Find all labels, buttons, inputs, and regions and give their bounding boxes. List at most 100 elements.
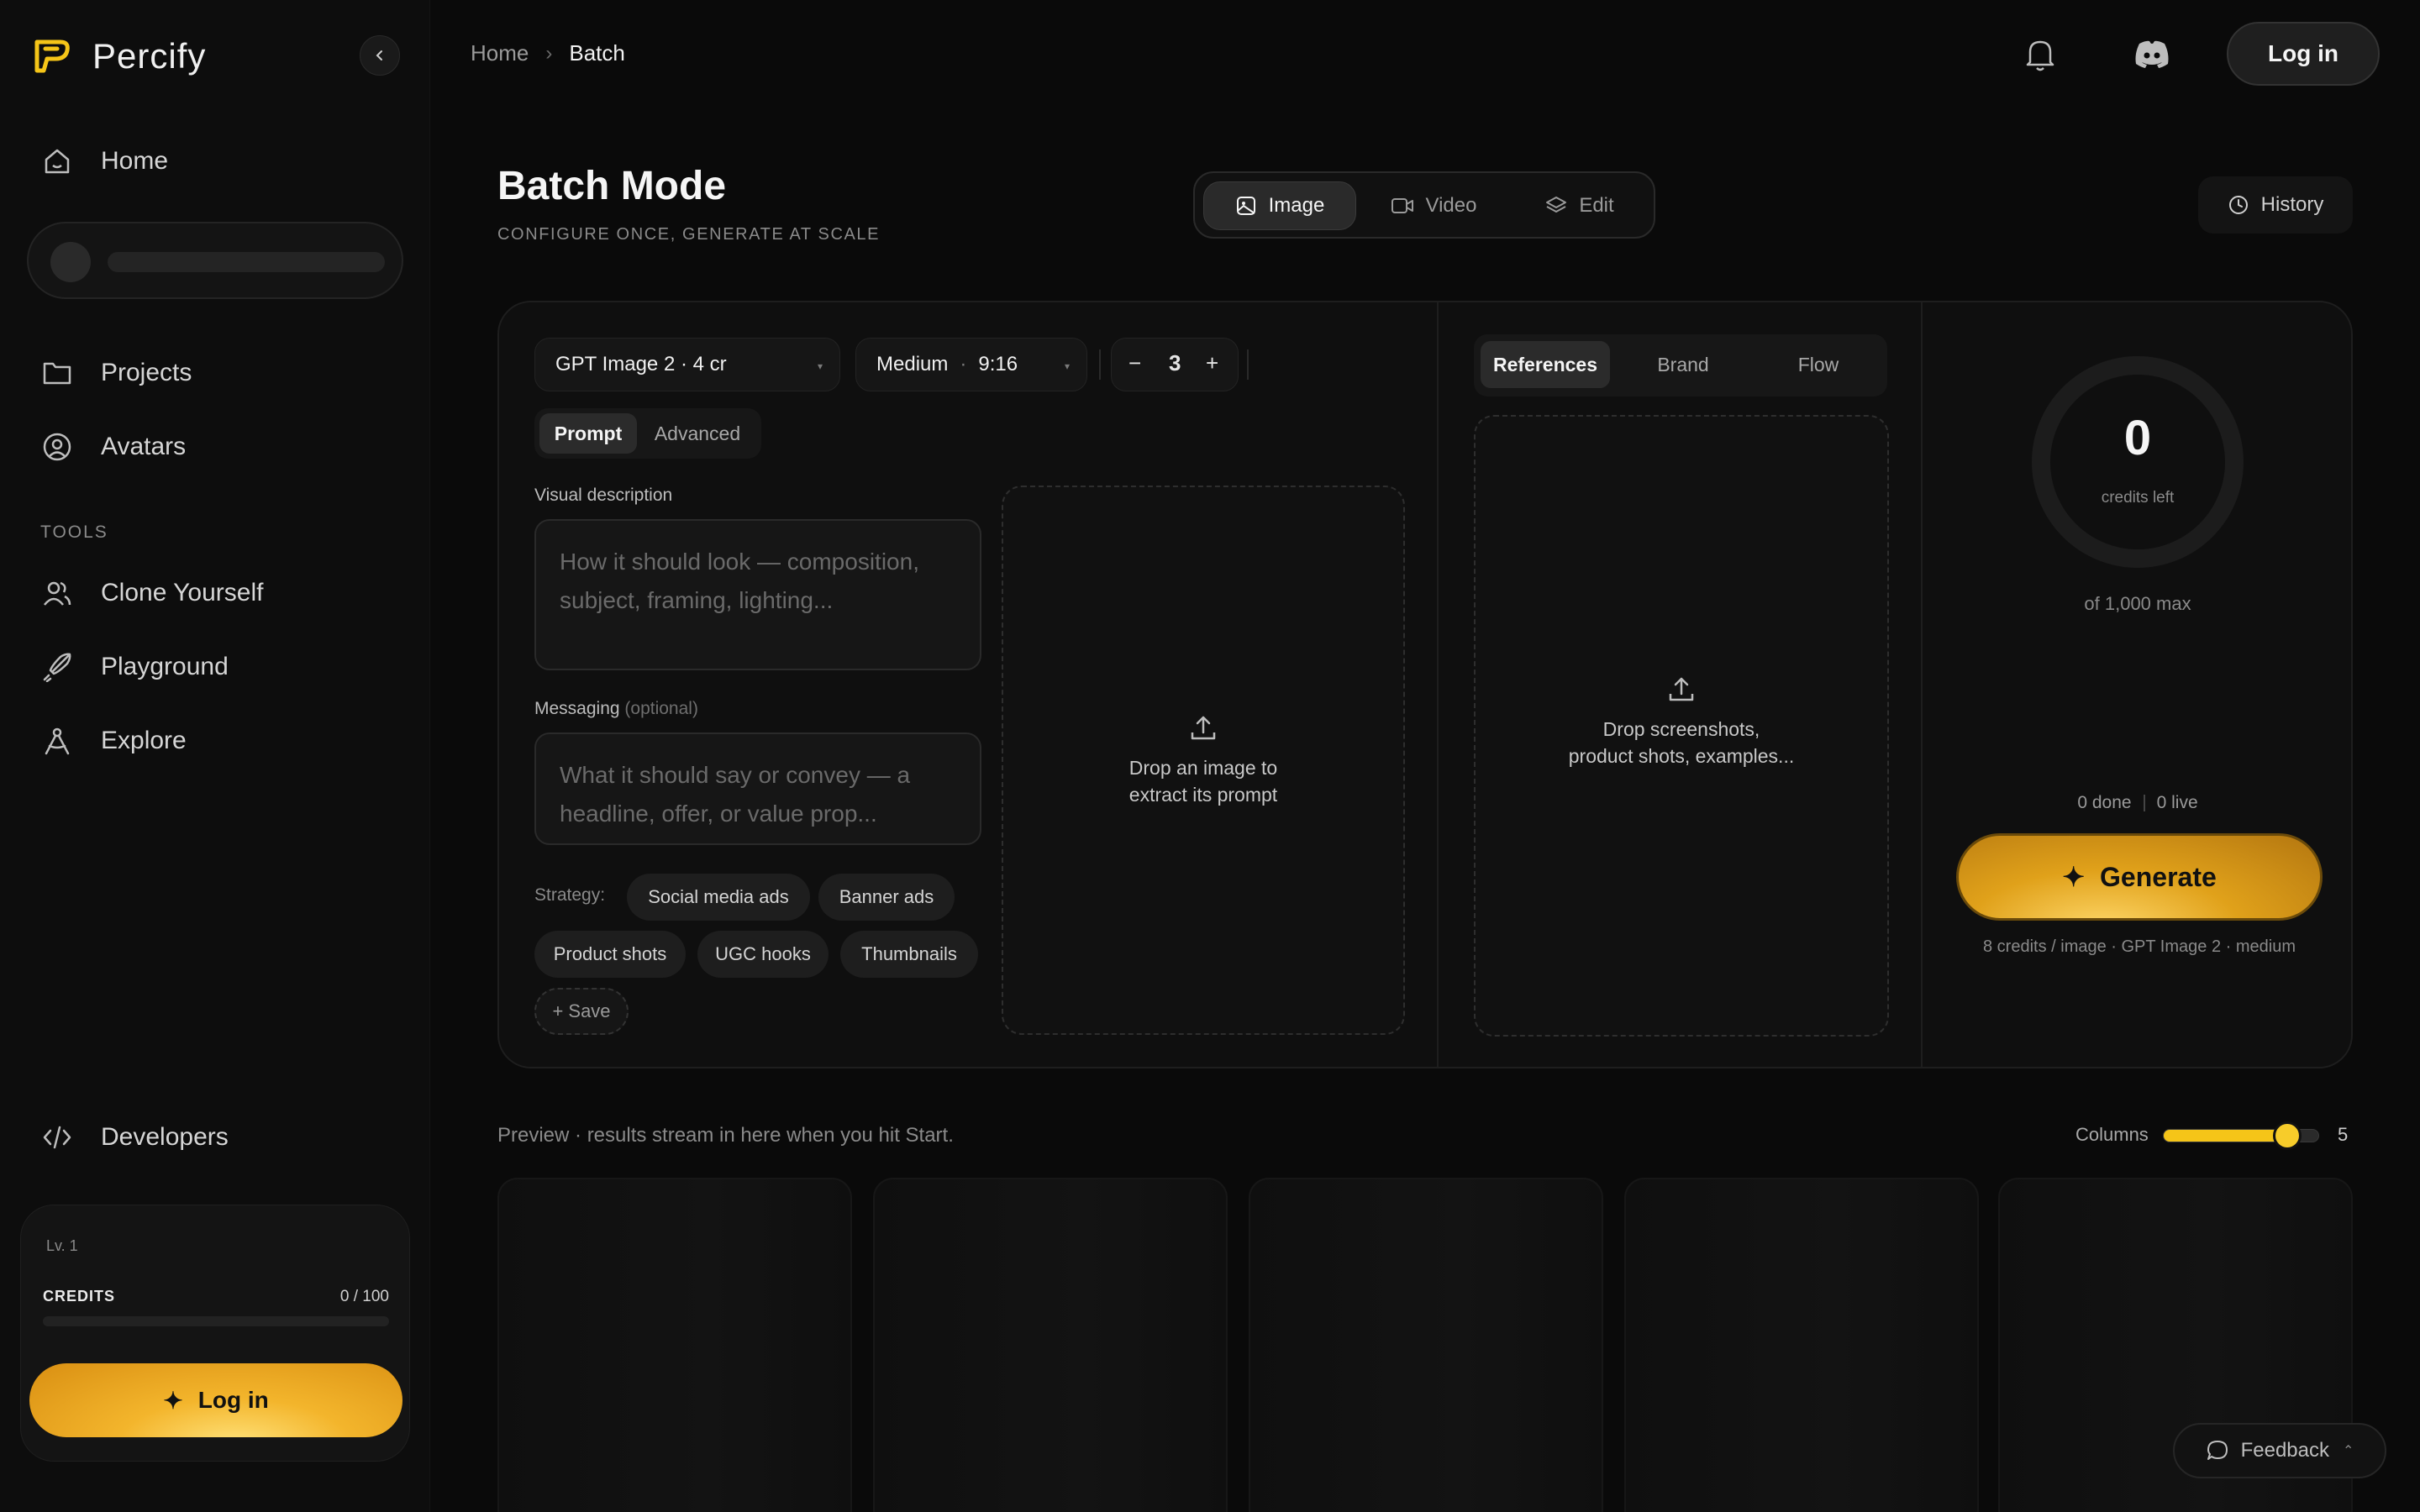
feedback-button[interactable]: Feedback ⌃ xyxy=(2173,1423,2386,1478)
sidebar-item-label: Explore xyxy=(101,727,187,754)
references-dropzone[interactable]: Drop screenshots, product shots, example… xyxy=(1474,415,1889,1037)
dropzone-line2: product shots, examples... xyxy=(1568,745,1795,767)
messaging-input[interactable]: What it should say or convey — a headlin… xyxy=(534,732,981,845)
strategy-chip-banner-ads[interactable]: Banner ads xyxy=(818,874,955,921)
breadcrumb-home-link[interactable]: Home xyxy=(471,40,529,66)
sidebar-item-label: Clone Yourself xyxy=(101,579,264,606)
messaging-label: Messaging (optional) xyxy=(534,699,698,719)
sidebar-item-label: Playground xyxy=(101,653,229,680)
tab-image[interactable]: Image xyxy=(1203,181,1356,230)
credits-left-value: 0 xyxy=(2123,411,2152,465)
sidebar-item-playground[interactable]: Playground xyxy=(40,650,229,684)
credits-label: CREDITS xyxy=(43,1288,116,1305)
dropzone-line1: Drop screenshots, xyxy=(1602,718,1760,740)
tab-flow[interactable]: Flow xyxy=(1754,341,1882,388)
sidebar-item-explore[interactable]: Explore xyxy=(40,724,187,758)
visual-description-input[interactable]: How it should look — composition, subjec… xyxy=(534,519,981,670)
sparkle-icon: ✦ xyxy=(2062,862,2086,892)
decrement-button[interactable]: − xyxy=(1128,350,1141,376)
tools-section-label: TOOLS xyxy=(40,522,108,542)
divider xyxy=(1099,349,1101,380)
users-icon xyxy=(40,576,74,610)
history-button[interactable]: History xyxy=(2198,176,2353,234)
save-strategy-button[interactable]: + Save xyxy=(534,988,629,1035)
columns-slider[interactable] xyxy=(2163,1121,2319,1150)
tab-advanced[interactable]: Advanced xyxy=(639,413,756,454)
collapse-sidebar-button[interactable] xyxy=(360,35,400,76)
code-icon xyxy=(40,1121,74,1154)
project-name-placeholder xyxy=(108,252,385,272)
discord-button[interactable] xyxy=(2133,37,2171,71)
chevron-down-icon: ▾ xyxy=(1064,360,1070,372)
strategy-chip-social-media-ads[interactable]: Social media ads xyxy=(627,874,810,921)
done-count: 0 done xyxy=(2077,793,2132,812)
sidebar-item-home[interactable]: Home xyxy=(40,144,168,178)
visual-description-label: Visual description xyxy=(534,486,673,505)
sidebar-item-developers[interactable]: Developers xyxy=(40,1121,229,1154)
strategy-chip-ugc-hooks[interactable]: UGC hooks xyxy=(697,931,829,978)
user-circle-icon xyxy=(40,430,74,464)
upload-icon xyxy=(1191,716,1216,740)
generate-button[interactable]: ✦ Generate xyxy=(1956,833,2323,921)
video-icon xyxy=(1391,198,1413,213)
credits-left-label: credits left xyxy=(2101,489,2175,507)
mode-tabs: Image Video Edit xyxy=(1193,171,1655,239)
app-name: Percify xyxy=(92,36,207,76)
clock-icon xyxy=(2228,196,2248,214)
login-label: Log in xyxy=(197,1387,269,1413)
dot-separator: · xyxy=(960,353,967,375)
tab-references[interactable]: References xyxy=(1481,341,1610,388)
batch-config-panel: GPT Image 2 · 4 cr ▾ Medium · 9:16 ▾ − 3… xyxy=(497,301,2353,1068)
panel-divider xyxy=(1921,302,1923,1067)
level-label: Lv. 1 xyxy=(46,1237,78,1254)
quality-ratio-select[interactable]: Medium · 9:16 ▾ xyxy=(855,338,1087,391)
tab-label: Image xyxy=(1268,194,1325,217)
tab-brand[interactable]: Brand xyxy=(1618,341,1748,388)
chat-bubble-icon xyxy=(2207,1441,2228,1460)
panel-divider xyxy=(1437,302,1439,1067)
quality-value: Medium xyxy=(876,353,949,375)
tab-label: Video xyxy=(1425,194,1477,217)
chevron-up-icon: ⌃ xyxy=(2343,1444,2354,1458)
sparkle-icon: ✦ xyxy=(163,1387,183,1414)
sidebar-item-label: Developers xyxy=(101,1123,229,1151)
model-select-value: GPT Image 2 · 4 cr xyxy=(555,353,727,375)
credits-card: Lv. 1 CREDITS 0 / 100 ✦ Log in xyxy=(20,1205,410,1462)
columns-slider-fill xyxy=(2164,1130,2288,1142)
status-divider xyxy=(2143,795,2145,812)
credits-value: 0 / 100 xyxy=(339,1288,389,1305)
logo[interactable]: Percify xyxy=(30,35,206,77)
columns-value: 5 xyxy=(2338,1124,2349,1145)
increment-button[interactable]: + xyxy=(1206,350,1218,376)
preview-card xyxy=(497,1178,852,1512)
prompt-tabs: Prompt Advanced xyxy=(534,408,761,459)
dropzone-content: Drop screenshots, product shots, example… xyxy=(1476,674,1887,769)
preview-note: Preview · results stream in here when yo… xyxy=(497,1124,954,1147)
sidebar-item-label: Home xyxy=(101,147,169,175)
dropzone-line2: extract its prompt xyxy=(1128,784,1278,806)
tab-video[interactable]: Video xyxy=(1360,181,1507,230)
strategy-chip-thumbnails[interactable]: Thumbnails xyxy=(840,931,978,978)
chevron-down-icon: ▾ xyxy=(817,360,823,372)
sidebar-login-button[interactable]: ✦ Log in xyxy=(29,1363,402,1437)
tab-prompt[interactable]: Prompt xyxy=(539,413,637,454)
folder-icon xyxy=(40,356,74,390)
sidebar-item-clone-yourself[interactable]: Clone Yourself xyxy=(40,576,263,610)
strategy-chip-product-shots[interactable]: Product shots xyxy=(534,931,686,978)
page-title: Batch Mode xyxy=(497,164,727,208)
preview-card xyxy=(1249,1178,1603,1512)
extract-prompt-dropzone[interactable]: Drop an image to extract its prompt xyxy=(1002,486,1405,1035)
credits-max-label: of 1,000 max xyxy=(2084,593,2191,614)
columns-slider-handle[interactable] xyxy=(2273,1121,2302,1150)
ratio-value: 9:16 xyxy=(978,353,1018,375)
columns-label: Columns xyxy=(2075,1124,2149,1145)
project-selector[interactable] xyxy=(27,222,403,299)
divider xyxy=(1247,349,1249,380)
sidebar-item-avatars[interactable]: Avatars xyxy=(40,430,186,464)
tab-edit[interactable]: Edit xyxy=(1511,181,1649,230)
model-select[interactable]: GPT Image 2 · 4 cr ▾ xyxy=(534,338,840,391)
notifications-button[interactable] xyxy=(2020,34,2060,74)
header-login-button[interactable]: Log in xyxy=(2227,22,2380,86)
feedback-label: Feedback xyxy=(2240,1439,2329,1462)
sidebar-item-projects[interactable]: Projects xyxy=(40,356,192,390)
